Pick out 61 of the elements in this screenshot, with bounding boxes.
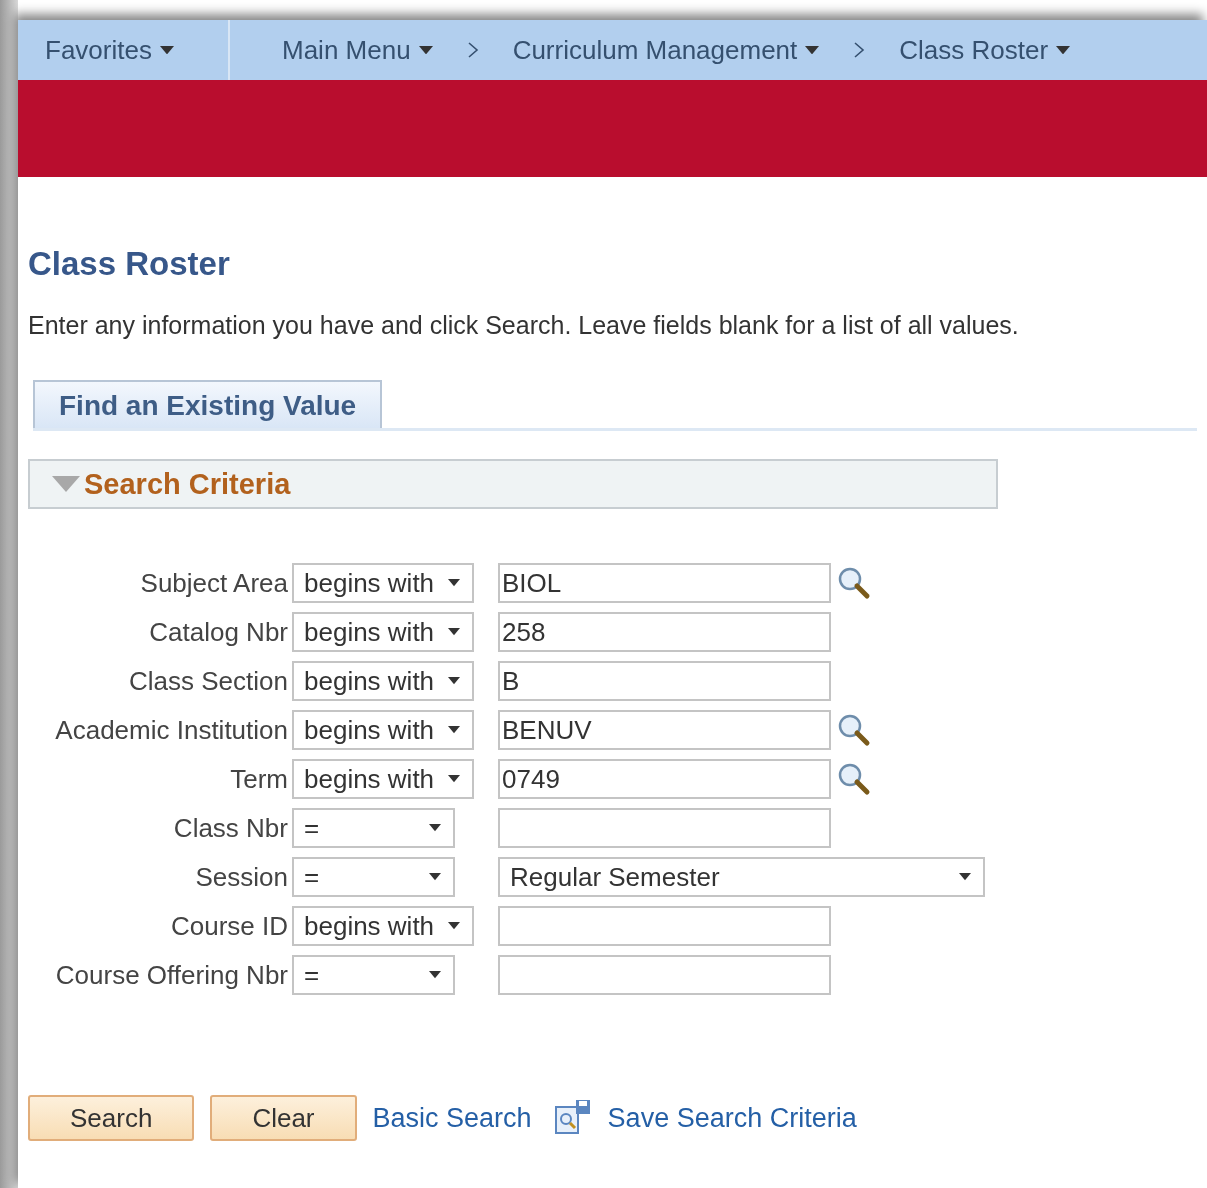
search-icon[interactable] [837, 566, 871, 600]
field-label: Catalog Nbr [148, 616, 289, 648]
input-field[interactable]: BIOL [498, 563, 831, 603]
chevron-right-icon [853, 41, 866, 59]
operator-dropdown[interactable]: = [292, 808, 455, 848]
caret-icon [448, 922, 461, 930]
favorites-menu[interactable]: Favorites [45, 34, 174, 66]
operator-dropdown[interactable]: begins with [292, 710, 475, 750]
breadcrumb-menu[interactable]: Class Roster [899, 34, 1071, 66]
clear-button[interactable]: Clear [210, 1095, 357, 1141]
input-field[interactable] [498, 808, 831, 848]
caret-icon [429, 873, 441, 881]
field-label: Subject Area [139, 567, 289, 599]
field-label: Class Section [128, 665, 289, 697]
save-search-icon[interactable] [553, 1099, 592, 1137]
operator-dropdown[interactable]: begins with [292, 563, 475, 603]
chevron-right-icon [466, 41, 479, 59]
input-field[interactable] [498, 955, 831, 995]
caret-icon [959, 873, 971, 881]
tab[interactable]: Find an Existing Value [33, 380, 383, 428]
input-field[interactable] [498, 906, 831, 946]
basic-search-link[interactable]: Basic Search [372, 1102, 532, 1134]
session-dropdown[interactable]: Regular Semester [498, 857, 985, 897]
caret-icon [448, 775, 461, 783]
caret-icon [448, 726, 461, 734]
caret-icon [448, 628, 461, 636]
operator-dropdown[interactable]: begins with [292, 759, 475, 799]
section-title: Search Criteria [84, 467, 291, 501]
field-label: Class Nbr [172, 812, 289, 844]
caret-icon [429, 824, 441, 832]
field-label: Course ID [169, 910, 289, 942]
caret-icon [805, 45, 820, 55]
operator-dropdown[interactable]: = [292, 857, 455, 897]
caret-icon [448, 579, 461, 587]
input-field[interactable]: B [498, 661, 831, 701]
caret-icon [1056, 45, 1071, 55]
operator-dropdown[interactable]: = [292, 955, 455, 995]
breadcrumb-menu[interactable]: Curriculum Management [512, 34, 820, 66]
save-search-criteria-link[interactable]: Save Search Criteria [607, 1102, 857, 1134]
caret-icon [448, 677, 461, 685]
breadcrumb-menu[interactable]: Main Menu [282, 34, 433, 66]
caret-icon [418, 45, 433, 55]
section-header[interactable]: Search Criteria [28, 459, 998, 509]
field-label: Session [194, 861, 289, 893]
field-label: Term [229, 763, 289, 795]
operator-dropdown[interactable]: begins with [292, 661, 475, 701]
collapse-triangle-icon[interactable] [52, 476, 80, 492]
field-label: Academic Institution [54, 714, 289, 746]
input-field[interactable]: 258 [498, 612, 831, 652]
search-button[interactable]: Search [28, 1095, 195, 1141]
caret-icon [159, 45, 174, 55]
input-field[interactable]: BENUV [498, 710, 831, 750]
search-icon[interactable] [837, 713, 871, 747]
caret-icon [429, 971, 441, 979]
instructions-text: Enter any information you have and click Search. Leave fields blank for a list of all values. [28, 311, 1020, 340]
operator-dropdown[interactable]: begins with [292, 906, 475, 946]
search-icon[interactable] [837, 762, 871, 796]
operator-dropdown[interactable]: begins with [292, 612, 475, 652]
input-field[interactable]: 0749 [498, 759, 831, 799]
page-title: Class Roster [28, 245, 231, 283]
field-label: Course Offering Nbr [54, 959, 289, 991]
